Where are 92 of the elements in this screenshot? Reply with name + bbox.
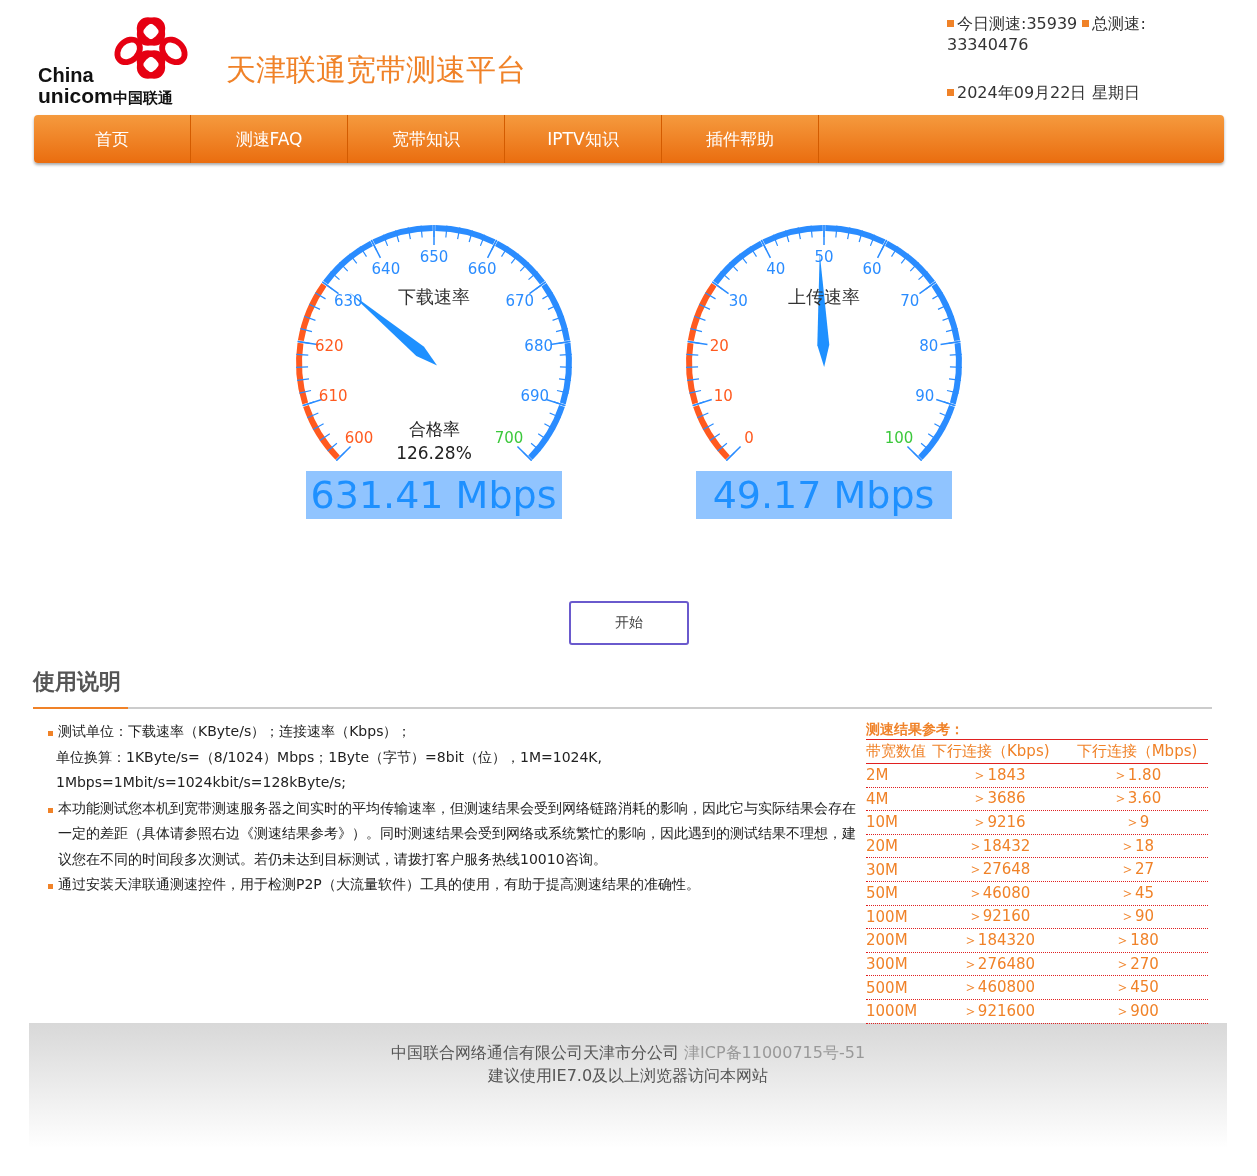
total-label: 总测速: <box>1092 14 1146 33</box>
scale-label: 690 <box>520 386 549 405</box>
scale-label: 100 <box>884 428 913 447</box>
scale-label: 640 <box>371 259 400 278</box>
scale-label: 700 <box>494 428 523 447</box>
date-text: 2024年09月22日 星期日 <box>957 83 1140 102</box>
table-cell-text: ＞450 <box>1114 978 1160 998</box>
site-title: 天津联通宽带测速平台 <box>226 51 526 89</box>
today-count: 今日测速:35939 <box>957 14 1078 33</box>
table-cell-text: ＞921600 <box>961 1001 1037 1021</box>
table-cell-text: 2M <box>866 766 890 785</box>
scale-label: 10 <box>713 386 733 405</box>
scale-label: 660 <box>467 259 496 278</box>
reference-title: 测速结果参考： <box>866 719 1208 740</box>
logo-text: China <box>38 64 94 87</box>
scale-label: 50 <box>813 248 834 266</box>
scale-label: 40 <box>765 259 785 278</box>
column-header: 带宽数值 <box>866 742 927 761</box>
pass-rate-label: 合格率 <box>408 419 459 439</box>
table-cell-text: ＞90 <box>1118 907 1156 927</box>
table-cell-text: ＞92160 <box>966 907 1032 927</box>
table-cell-text: 500M <box>866 978 909 997</box>
table-cell-text: ＞9 <box>1123 813 1151 832</box>
table-cell-text: ＞180 <box>1114 930 1160 950</box>
table-cell-text: 1000M <box>866 1002 919 1021</box>
table-cell-text: 50M <box>866 884 900 903</box>
table-cell-text: ＞18432 <box>966 836 1032 856</box>
table-cell-text: ＞276480 <box>961 954 1037 974</box>
table-cell-text: 10M <box>866 813 900 832</box>
bullet-icon <box>48 807 53 813</box>
browser-note: 建议使用IE7.0及以上浏览器访问本网站 <box>486 1066 770 1087</box>
pass-rate-value: 126.28% <box>395 443 472 463</box>
scale-label: 80 <box>918 337 938 356</box>
scale-label: 600 <box>344 428 373 447</box>
bullet-icon <box>947 20 954 27</box>
start-button[interactable]: 开始 <box>568 601 689 645</box>
table-cell-text: ＞3686 <box>971 789 1027 809</box>
logo-text: 中国联通 <box>112 89 173 108</box>
scale-label: 20 <box>709 337 729 356</box>
table-cell-text: 4M <box>866 789 890 808</box>
table-cell-text: ＞900 <box>1114 1001 1160 1021</box>
scale-label: 90 <box>914 386 934 405</box>
table-cell-text: ＞27 <box>1118 860 1156 880</box>
icp-link[interactable]: 津ICP备11000715号-51 <box>684 1043 866 1062</box>
nav-link[interactable]: 首页 <box>34 115 191 163</box>
speed-reading: 49.17 Mbps <box>695 471 952 519</box>
scale-label: 70 <box>899 291 919 310</box>
column-header: 下行连接（Mbps) <box>1075 742 1199 761</box>
table-cell-text: 30M <box>866 860 900 879</box>
scale-label: 680 <box>523 337 553 356</box>
table-cell-text: ＞460800 <box>961 978 1037 998</box>
bullet-icon <box>1082 20 1090 27</box>
instruction-text: 测试单位：下载速率（KByte/s）；连接速率（Kbps）； <box>58 722 412 741</box>
nav-link[interactable]: IPTV知识 <box>505 115 662 163</box>
table-cell-text: 100M <box>866 907 909 926</box>
table-cell-text: 300M <box>866 955 909 974</box>
instruction-text: 通过安装天津联通测速控件，用于检测P2P（大流量软件）工具的使用，有助于提高测速结果的准确性。 <box>58 875 700 894</box>
scale-label: 620 <box>314 337 344 356</box>
scale-label: 610 <box>318 386 347 405</box>
bullet-icon <box>947 89 954 96</box>
instruction-text: 本功能测试您本机到宽带测速服务器之间实时的平均传输速率，但测速结果会受到网络链路消耗的影响，因此它与实际结果会存在一定的差距（具体请参照右边《测速结果参考》）。同时测速结果会受到网络或系统繁忙的影响，因此遇到的测试结果不理想，建议您在不同的时间段多次测试。若仍未达到目标测试，请拨打客户服务热线10010咨询。 <box>58 798 857 869</box>
scale-label: 650 <box>419 248 448 266</box>
speed-reading: 631.41 Mbps <box>305 471 562 519</box>
column-header: 下行连接（Kbps) <box>932 742 1051 761</box>
table-cell-text: ＞46080 <box>966 883 1032 903</box>
section-title: 使用说明 <box>33 668 122 696</box>
gauge-title: 下载速率 <box>397 286 470 307</box>
nav-link[interactable]: 插件帮助 <box>662 115 819 163</box>
table-cell-text: 20M <box>866 837 900 856</box>
scale-label: 60 <box>862 259 882 278</box>
scale-label: 30 <box>728 291 748 310</box>
table-cell-text: ＞27648 <box>966 860 1032 880</box>
table-cell-text: ＞18 <box>1118 836 1156 856</box>
table-cell-text: ＞1843 <box>971 765 1027 785</box>
scale-label: 670 <box>504 291 534 310</box>
logo-text: unicom <box>38 84 113 108</box>
company-name: 中国联合网络通信有限公司天津市分公司 <box>390 1043 679 1062</box>
scale-label: 0 <box>743 428 754 447</box>
instruction-text: 单位换算：1KByte/s=（8/1024）Mbps；1Byte（字节）=8bit（位），1M=1024K, 1Mbps=1Mbit/s=1024kbit/s=128kByte/s; <box>56 747 603 792</box>
total-count: 33340476 <box>947 35 1029 54</box>
bullet-icon <box>48 884 53 889</box>
table-cell-text: 200M <box>866 931 909 950</box>
table-cell-text: ＞9216 <box>971 813 1027 832</box>
table-cell-text: ＞184320 <box>961 930 1037 950</box>
table-cell-text: ＞3.60 <box>1111 789 1163 809</box>
scale-label: 630 <box>333 291 363 310</box>
nav-link[interactable]: 宽带知识 <box>348 115 505 163</box>
table-cell-text: ＞270 <box>1114 954 1160 974</box>
table-cell-text: ＞45 <box>1118 883 1156 903</box>
nav-link[interactable]: 测速FAQ <box>191 115 348 163</box>
table-cell-text: ＞1.80 <box>1111 765 1163 785</box>
bullet-icon <box>48 731 53 736</box>
